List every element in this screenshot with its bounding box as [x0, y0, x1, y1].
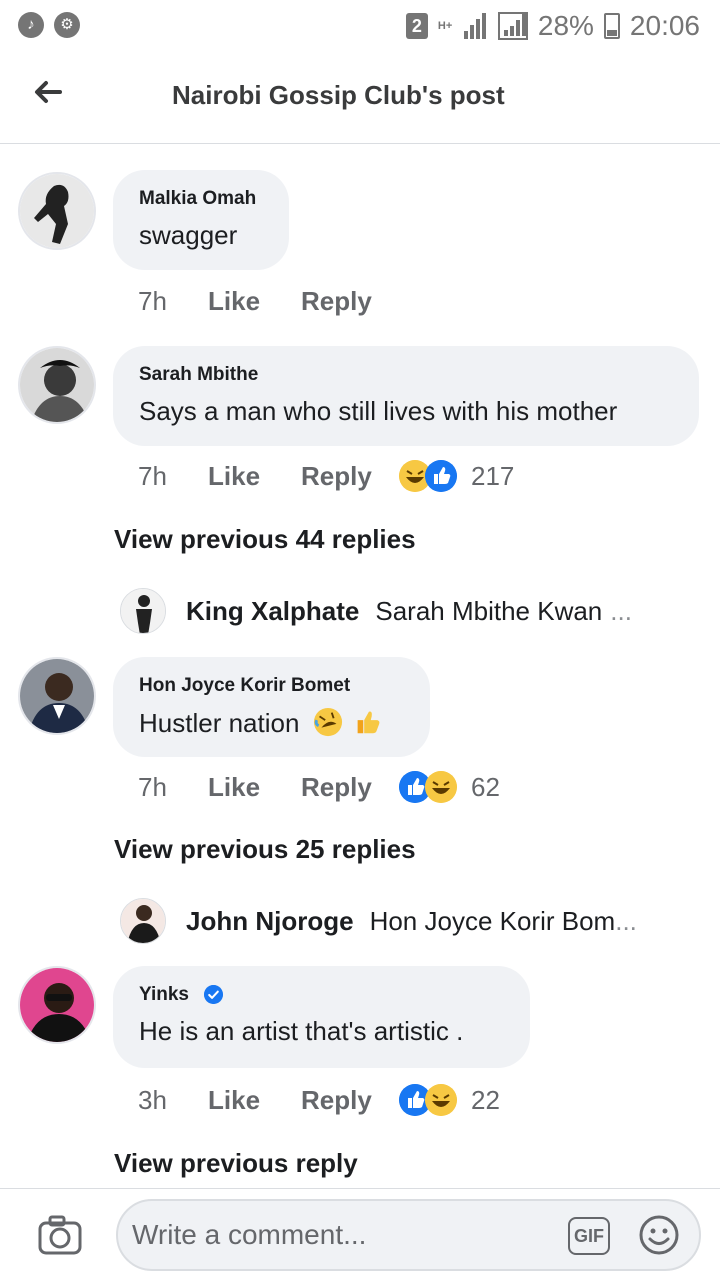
avatar[interactable]: [18, 172, 96, 250]
reply-text: Hon Joyce Korir Bom: [369, 905, 616, 936]
reaction-count: 22: [471, 1084, 500, 1115]
status-indicators: 2 H+ 28% 20:06: [405, 8, 700, 44]
battery-icon: [603, 13, 620, 39]
like-button[interactable]: Like: [208, 772, 301, 803]
avatar[interactable]: [18, 657, 96, 735]
music-notification-icon: ♪: [18, 12, 44, 38]
sim-indicator: 2: [405, 13, 428, 39]
comment-bubble[interactable]: Sarah Mbithe Says a man who still lives …: [113, 346, 699, 446]
reply-button[interactable]: Reply: [301, 286, 399, 317]
comment-text: He is an artist that's artistic .: [139, 1016, 464, 1046]
reply-preview[interactable]: King Xalphate Sarah Mbithe Kwan ...: [120, 586, 632, 636]
page-title: Nairobi Gossip Club's post: [172, 80, 505, 110]
reaction-summary[interactable]: 217: [399, 460, 514, 492]
comment-bubble[interactable]: Malkia Omah swagger: [113, 170, 289, 270]
reply-author[interactable]: King Xalphate: [186, 596, 359, 627]
reply-preview[interactable]: John Njoroge Hon Joyce Korir Bom ...: [120, 896, 637, 946]
comment-author[interactable]: Yinks: [139, 984, 189, 1005]
comment-time: 7h: [138, 286, 167, 316]
comment-input-container[interactable]: GIF: [116, 1199, 701, 1271]
like-button[interactable]: Like: [208, 461, 301, 492]
comment-bubble[interactable]: Hon Joyce Korir Bomet Hustler nation: [113, 657, 430, 757]
comment-composer: GIF: [0, 1188, 720, 1280]
comment-actions: 7h Like Reply: [138, 286, 399, 317]
reaction-count: 62: [471, 771, 500, 802]
network-type: H+: [437, 19, 453, 32]
gif-icon[interactable]: GIF: [568, 1217, 610, 1255]
reaction-summary[interactable]: 22: [399, 1084, 500, 1116]
signal-icon: [462, 13, 488, 39]
avatar[interactable]: [18, 966, 96, 1044]
camera-icon[interactable]: [38, 1215, 82, 1255]
view-previous-replies[interactable]: View previous 25 replies: [114, 834, 416, 865]
verified-badge-icon: [204, 985, 224, 1005]
like-reaction-icon: [425, 460, 457, 492]
reaction-count: 217: [471, 460, 515, 491]
reply-text: Sarah Mbithe Kwan: [375, 595, 603, 626]
like-button[interactable]: Like: [208, 1085, 301, 1116]
settings-notification-icon: ⚙: [54, 12, 80, 38]
haha-reaction-icon: [425, 1084, 457, 1116]
comment-text: Says a man who still lives with his moth…: [139, 396, 618, 426]
comment-time: 7h: [138, 771, 167, 802]
comment-time: 3h: [138, 1084, 167, 1115]
reply-ellipsis: ...: [615, 905, 637, 936]
reply-button[interactable]: Reply: [301, 772, 399, 803]
avatar[interactable]: [120, 898, 166, 944]
comment-text: swagger: [139, 220, 238, 250]
haha-reaction-icon: [425, 771, 457, 803]
arrow-left-icon[interactable]: [30, 74, 66, 110]
reply-button[interactable]: Reply: [301, 461, 399, 492]
like-button[interactable]: Like: [208, 286, 301, 317]
signal-2-icon: [497, 12, 528, 40]
comment-text: Hustler nation: [139, 707, 382, 739]
avatar[interactable]: [18, 346, 96, 424]
reply-ellipsis: ...: [610, 595, 632, 626]
battery-percent: 28%: [537, 10, 594, 41]
rolling-laughing-emoji-icon: [313, 707, 342, 737]
comment-author-row: Yinks: [139, 984, 224, 1006]
view-previous-replies[interactable]: View previous 44 replies: [114, 524, 416, 555]
clock: 20:06: [629, 10, 700, 41]
comment-time: 7h: [138, 460, 167, 491]
smiley-icon[interactable]: [638, 1214, 680, 1256]
status-bar: ♪ ⚙ 2 H+ 28% 20:06: [0, 0, 720, 52]
comment-author[interactable]: Hon Joyce Korir Bomet: [139, 675, 350, 697]
comment-actions: 7h Like Reply 62: [138, 771, 500, 803]
thumbs-up-emoji-icon: [357, 711, 380, 734]
comment-author[interactable]: Sarah Mbithe: [139, 364, 258, 386]
comment-actions: 3h Like Reply 22: [138, 1084, 500, 1116]
comment-actions: 7h Like Reply 217: [138, 460, 514, 492]
avatar[interactable]: [120, 588, 166, 634]
reply-button[interactable]: Reply: [301, 1085, 399, 1116]
reaction-summary[interactable]: 62: [399, 771, 500, 803]
app-header: Nairobi Gossip Club's post: [0, 52, 720, 144]
comment-bubble[interactable]: Yinks He is an artist that's artistic .: [113, 966, 530, 1068]
reply-author[interactable]: John Njoroge: [186, 906, 354, 937]
comment-input[interactable]: [132, 1213, 552, 1257]
view-previous-replies[interactable]: View previous reply: [114, 1148, 358, 1179]
comment-author[interactable]: Malkia Omah: [139, 188, 256, 210]
